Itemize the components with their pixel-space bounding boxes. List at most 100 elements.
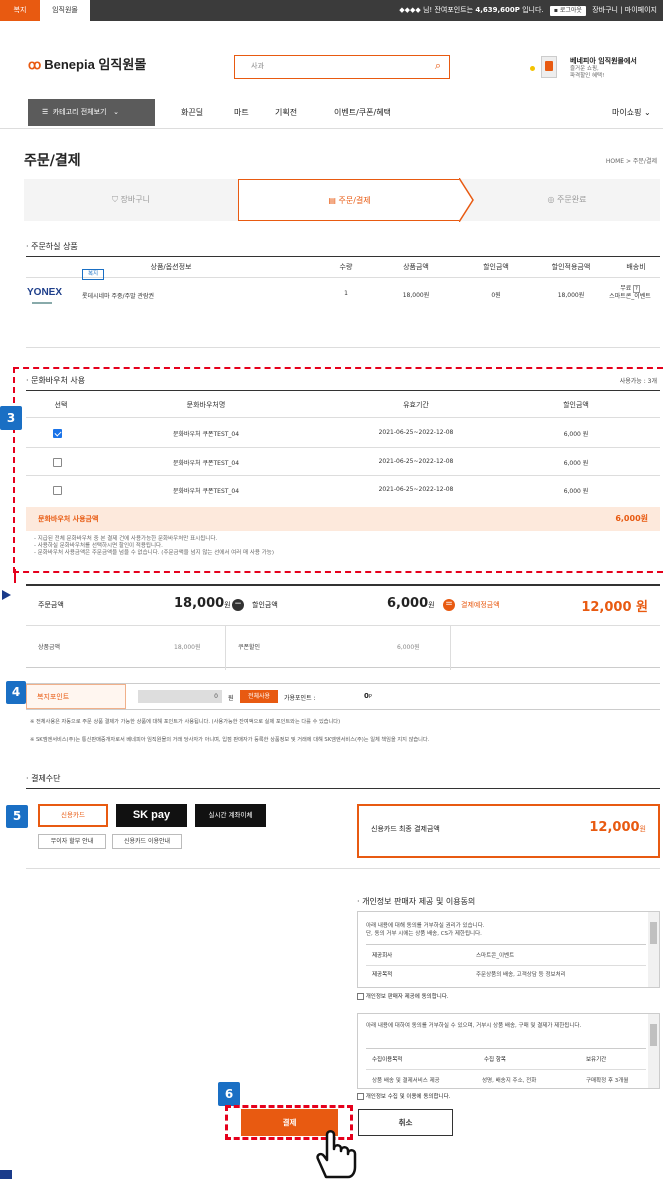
category-label: 카테고리 전체보기 (52, 108, 107, 116)
search-input[interactable]: 사과 ⌕ (234, 55, 450, 79)
order-steps: ⛉ 장바구니 ▤ 주문/결제 ◎ 주문완료 (24, 178, 660, 222)
welfare-won: 원 (228, 695, 234, 702)
order-amount-value: 18,000원 (174, 596, 231, 611)
voucher-row: 문화바우처 쿠폰TEST_04 2021-06-25~2022-12-08 6,… (26, 449, 660, 476)
col-shipping: 배송비 (626, 263, 646, 271)
voucher-period: 2021-06-25~2022-12-08 (378, 458, 454, 465)
breadcrumb: HOME > 주문/결제 (605, 158, 657, 165)
cancel-button[interactable]: 취소 (358, 1109, 453, 1136)
search-icon[interactable]: ⌕ (435, 56, 441, 76)
consent-box-2[interactable]: 아래 내용에 대하여 동의를 거부하실 수 있으며, 거부시 상품 배송, 구매… (357, 1013, 660, 1089)
brand-logo: YONEX (27, 287, 63, 298)
pay-amount-label: 결제예정금액 (461, 601, 500, 609)
voucher-checkbox[interactable] (53, 458, 62, 467)
nav-item-event[interactable]: 이벤트/쿠폰/혜택 (334, 99, 391, 126)
category-button[interactable]: ☰ 카테고리 전체보기 ⌄ (28, 99, 155, 126)
nav-item-special[interactable]: 기획전 (275, 99, 297, 126)
voucher-available: 사용가능 : 3개 (619, 378, 657, 385)
logo[interactable]: ꝏ Benepia 임직원몰 (28, 54, 146, 73)
product-qty: 1 (344, 290, 348, 297)
product-thumbnail[interactable]: YONEX (24, 285, 64, 317)
voucher-total-value: 6,000원 (615, 514, 648, 523)
corner-block (0, 1170, 12, 1179)
consent-check-1[interactable]: 개인정보 판매자 제공에 동의합니다. (357, 992, 449, 1000)
voucher-period: 2021-06-25~2022-12-08 (378, 486, 454, 493)
myshopping-label: 마이쇼핑 (612, 108, 642, 117)
consent-check-2[interactable]: 개인정보 수집 및 이용에 동의합니다. (357, 1092, 450, 1100)
menu-icon: ☰ (42, 108, 49, 116)
order-amount-label: 주문금액 (38, 601, 64, 609)
myshopping-link[interactable]: 마이쇼핑 ⌄ (612, 99, 651, 126)
search-value: 사과 (251, 62, 264, 70)
voucher-name: 문화바우처 쿠폰TEST_04 (172, 431, 240, 438)
welfare-point-input[interactable]: 0 (138, 690, 222, 703)
consent-value: 성명, 배송지 주소, 전화 (482, 1078, 537, 1084)
scrollbar[interactable] (648, 1014, 659, 1088)
scrollbar[interactable] (648, 912, 659, 987)
cart-link[interactable]: 장바구니 (592, 6, 618, 14)
mypage-link[interactable]: 마이페이지 (625, 6, 657, 14)
price-summary: 주문금액 18,000원 − 할인금액 6,000원 = 결제예정금액 12,0… (26, 584, 660, 670)
order-section-title: · 주문하실 상품 (26, 242, 78, 251)
installment-info-button[interactable]: 무이자 할부 안내 (38, 834, 106, 849)
tab-bokji[interactable]: 복지 (0, 0, 40, 21)
order-table-header: 상품/옵션정보 수량 상품금액 할인금액 할인적용금액 배송비 (26, 257, 660, 277)
step-order: ▤ 주문/결제 (238, 179, 460, 221)
consent-header: 수집 항목 (484, 1057, 506, 1063)
final-amount-box: 신용카드 최종 결제금액 12,000원 (357, 804, 660, 858)
available-points-value: 0P (364, 692, 372, 700)
points-suffix: 입니다. (522, 6, 544, 14)
col-discount: 할인금액 (483, 263, 509, 271)
consent-value: 주문상품의 배송, 고객상담 등 정보처리 (476, 972, 566, 978)
welfare-point-row: 복지포인트 0 원 전체사용 가용포인트 : 0P (26, 683, 660, 710)
consent-box-1[interactable]: 아래 내용에 대해 동의를 거부하실 권리가 있습니다. 단, 동의 거부 시에는… (357, 911, 660, 988)
voucher-period: 2021-06-25~2022-12-08 (378, 429, 454, 436)
help-icon: ? (633, 285, 640, 293)
checkbox[interactable] (357, 1093, 364, 1100)
voucher-total-label: 문화바우처 사용금액 (38, 515, 99, 523)
logo-mark-icon: ꝏ (28, 57, 42, 72)
tab-imjik[interactable]: 임직원몰 (40, 0, 90, 21)
top-bar: 임직원몰 ◆◆◆◆ 님! 잔여포인트는 4,639,600P 입니다. ▪ 로그… (40, 0, 663, 21)
card-guide-button[interactable]: 신용카드 이용안내 (112, 834, 182, 849)
consent-header: 수집이용목적 (372, 1057, 403, 1063)
available-points-label: 가용포인트 : (284, 695, 316, 702)
final-amount-value: 12,000원 (589, 820, 646, 835)
step-badge-6: 6 (218, 1082, 240, 1106)
discount-value: 6,000원 (387, 596, 435, 611)
product-shipping: 무료 ? 스마트콘_이벤트 (609, 285, 651, 300)
col-qty: 수량 (339, 263, 353, 271)
promo-text: 즐거운 쇼핑, 파격할인 혜택! (570, 66, 605, 79)
voucher-checkbox[interactable] (53, 486, 62, 495)
skpay-button[interactable]: SK pay (116, 804, 187, 827)
voucher-checkbox[interactable] (53, 429, 62, 438)
nav-item-hotdeal[interactable]: 화끈딜 (181, 99, 203, 126)
disclaimer-note: ※ SK엠엔서비스(주)는 통신판매중개자로서 베네피아 임직원몰의 거래 당사… (30, 737, 430, 743)
nav-item-mart[interactable]: 마트 (234, 99, 249, 126)
dot-icon (530, 66, 535, 71)
voucher-name: 문화바우처 쿠폰TEST_04 (172, 460, 240, 467)
voucher-amount: 6,000 원 (563, 431, 589, 438)
voucher-total-bar: 문화바우처 사용금액 6,000원 (26, 507, 660, 531)
logout-button[interactable]: ▪ 로그아웃 (549, 6, 586, 16)
credit-card-button[interactable]: 신용카드 (38, 804, 108, 827)
voucher-notes: - 지급된 전체 문화바우처 중 본 결제 건에 사용가능한 문화바우처만 표시… (34, 536, 274, 556)
payment-section-title: · 결제수단 (26, 774, 61, 783)
product-amount-value: 18,000원 (174, 644, 201, 651)
checkbox[interactable] (357, 993, 364, 1000)
voucher-row: 문화바우처 쿠폰TEST_04 2021-06-25~2022-12-08 6,… (26, 477, 660, 506)
use-all-button[interactable]: 전체사용 (240, 690, 278, 703)
clipboard-icon: ▤ (328, 196, 336, 205)
realtime-transfer-button[interactable]: 실시간 계좌이체 (195, 804, 266, 827)
consent-value: 구매확정 후 3개월 (586, 1078, 629, 1084)
col-voucher-name: 문화바우처명 (186, 401, 226, 409)
coupon-discount-value: 6,000원 (397, 644, 420, 651)
consent-value: 스마트콘_이벤트 (476, 953, 515, 959)
col-select: 선택 (54, 401, 68, 409)
col-price: 상품금액 (403, 263, 429, 271)
product-name[interactable]: 롯데시네마 주중/주말 관람권 (82, 291, 154, 300)
promo-banner[interactable]: 베네피아 임직원몰에서 즐거운 쇼핑, 파격할인 혜택! (530, 54, 660, 86)
step-badge-4: 4 (6, 681, 26, 704)
main-nav: ☰ 카테고리 전체보기 ⌄ 화끈딜 마트 기획전 이벤트/쿠폰/혜택 마이쇼핑 … (0, 99, 663, 129)
points-value: 4,639,600P (475, 6, 520, 14)
